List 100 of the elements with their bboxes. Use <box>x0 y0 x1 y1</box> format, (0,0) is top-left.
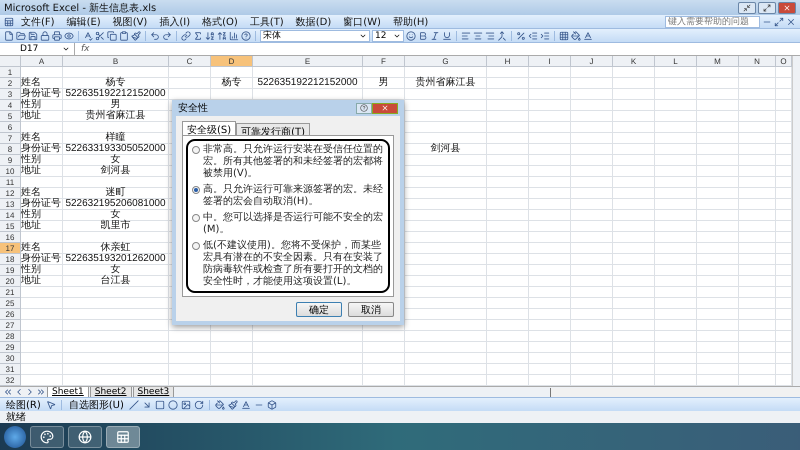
row-header[interactable]: 19 <box>0 265 21 276</box>
picture-icon[interactable] <box>180 400 191 410</box>
column-header[interactable]: J <box>571 56 613 67</box>
cancel-button[interactable]: 取消 <box>348 302 394 317</box>
align-left-icon[interactable] <box>461 30 471 40</box>
row-header[interactable]: 7 <box>0 133 21 144</box>
sheet-tab[interactable]: Sheet3 <box>132 386 174 398</box>
row-header[interactable]: 17 <box>0 243 21 254</box>
merge-icon[interactable] <box>497 30 507 40</box>
option-label[interactable]: 高。只允许运行可靠来源签署的宏。未经签署的宏会自动取消(H)。 <box>203 184 384 208</box>
row-header[interactable]: 29 <box>0 342 21 353</box>
font-color-icon[interactable] <box>240 400 251 410</box>
sort-ascending-icon[interactable] <box>205 30 215 40</box>
column-header[interactable]: I <box>529 56 571 67</box>
pointer-icon[interactable] <box>46 400 56 410</box>
preview-icon[interactable] <box>64 30 74 40</box>
row-header[interactable]: 32 <box>0 375 21 386</box>
row-header[interactable]: 5 <box>0 111 21 122</box>
save-icon[interactable] <box>28 30 38 40</box>
help-button[interactable] <box>356 102 372 114</box>
column-header[interactable]: G <box>405 56 487 67</box>
fill-color-icon[interactable] <box>571 30 581 40</box>
column-header[interactable]: M <box>697 56 739 67</box>
paint-app-button[interactable] <box>30 426 64 448</box>
font-field[interactable]: 宋体 <box>260 30 370 42</box>
row-header[interactable]: 21 <box>0 287 21 298</box>
align-center-icon[interactable] <box>473 30 483 40</box>
start-button[interactable] <box>4 426 26 448</box>
indent-icon[interactable] <box>540 30 550 40</box>
menu-item[interactable]: 格式(O) <box>197 14 243 28</box>
row-header[interactable]: 2 <box>0 78 21 89</box>
row-header[interactable]: 30 <box>0 353 21 364</box>
menu-item[interactable]: 工具(T) <box>244 14 289 28</box>
option-label[interactable]: 非常高。只允许运行安装在受信任位置的宏。所有其他签署的和未经签署的宏都将被禁用(V)。 <box>203 144 384 180</box>
redo-icon[interactable] <box>162 30 172 40</box>
row-header[interactable]: 10 <box>0 166 21 177</box>
italic-icon[interactable] <box>430 30 440 40</box>
line-icon[interactable] <box>128 400 139 410</box>
name-box[interactable]: D17 <box>0 43 75 55</box>
column-header[interactable]: L <box>655 56 697 67</box>
column-header[interactable]: D <box>211 56 253 67</box>
column-header[interactable]: E <box>253 56 363 67</box>
new-file-icon[interactable] <box>4 30 14 40</box>
row-header[interactable]: 13 <box>0 199 21 210</box>
column-header[interactable]: C <box>169 56 211 67</box>
sum-icon[interactable] <box>193 30 203 40</box>
percent-icon[interactable] <box>516 30 526 40</box>
column-header[interactable]: K <box>613 56 655 67</box>
close-button[interactable] <box>372 102 398 114</box>
chart-icon[interactable] <box>229 30 239 40</box>
minimize-button[interactable] <box>738 2 756 14</box>
row-header[interactable]: 16 <box>0 232 21 243</box>
last-sheet-icon[interactable] <box>36 387 46 397</box>
first-sheet-icon[interactable] <box>3 387 13 397</box>
cut-icon[interactable] <box>95 30 105 40</box>
vertical-scrollbar[interactable] <box>792 56 800 386</box>
row-header[interactable]: 28 <box>0 331 21 342</box>
help-icon[interactable] <box>241 30 251 40</box>
outdent-icon[interactable] <box>528 30 538 40</box>
option-label[interactable]: 中。您可以选择是否运行可能不安全的宏(M)。 <box>203 212 384 236</box>
row-header[interactable]: 18 <box>0 254 21 265</box>
column-header[interactable]: O <box>776 56 792 67</box>
maximize-button[interactable] <box>758 2 776 14</box>
fx-label[interactable]: fx <box>81 44 90 54</box>
horizontal-scrollbar[interactable] <box>550 388 800 396</box>
fill-color-icon[interactable] <box>214 400 225 410</box>
row-header[interactable]: 9 <box>0 155 21 166</box>
browser-app-button[interactable] <box>68 426 102 448</box>
row-header[interactable]: 12 <box>0 188 21 199</box>
font-color-icon[interactable] <box>583 30 593 40</box>
restore-icon[interactable] <box>774 16 784 26</box>
borders-icon[interactable] <box>559 30 569 40</box>
rectangle-icon[interactable] <box>154 400 165 410</box>
row-header[interactable]: 1 <box>0 67 21 78</box>
undo-icon[interactable] <box>150 30 160 40</box>
sheet-tab[interactable]: Sheet2 <box>90 386 132 398</box>
sheet-icon[interactable] <box>4 16 14 26</box>
ok-button[interactable]: 确定 <box>296 302 342 317</box>
row-header[interactable]: 8 <box>0 144 21 155</box>
column-header[interactable]: H <box>487 56 529 67</box>
underline-icon[interactable] <box>442 30 452 40</box>
close-icon[interactable] <box>786 16 796 26</box>
row-header[interactable]: 3 <box>0 89 21 100</box>
close-button[interactable] <box>778 2 796 14</box>
font-size-field[interactable]: 12 <box>372 30 404 42</box>
dialog-tab[interactable]: 安全级(S) <box>182 121 236 136</box>
paste-icon[interactable] <box>119 30 129 40</box>
3d-box-icon[interactable] <box>266 400 277 410</box>
row-header[interactable]: 4 <box>0 100 21 111</box>
column-header[interactable]: F <box>363 56 405 67</box>
radio-button[interactable] <box>192 214 200 222</box>
bold-icon[interactable] <box>418 30 428 40</box>
draw-menu-button[interactable]: 绘图(R) <box>4 398 43 412</box>
autoshapes-button[interactable]: 自选图形(U) <box>66 398 126 412</box>
radio-button[interactable] <box>192 146 200 154</box>
copy-icon[interactable] <box>107 30 117 40</box>
spreadsheet-app-button[interactable] <box>106 426 140 448</box>
option-label[interactable]: 低(不建议使用)。您将不受保护，而某些宏具有潜在的不安全因素。只有在安装了防病毒软件或检查了所有要打开的文档的安全性时，才能使用这项设置(L)。 <box>203 240 384 288</box>
printer-icon[interactable] <box>52 30 62 40</box>
menu-item[interactable]: 视图(V) <box>108 14 152 28</box>
